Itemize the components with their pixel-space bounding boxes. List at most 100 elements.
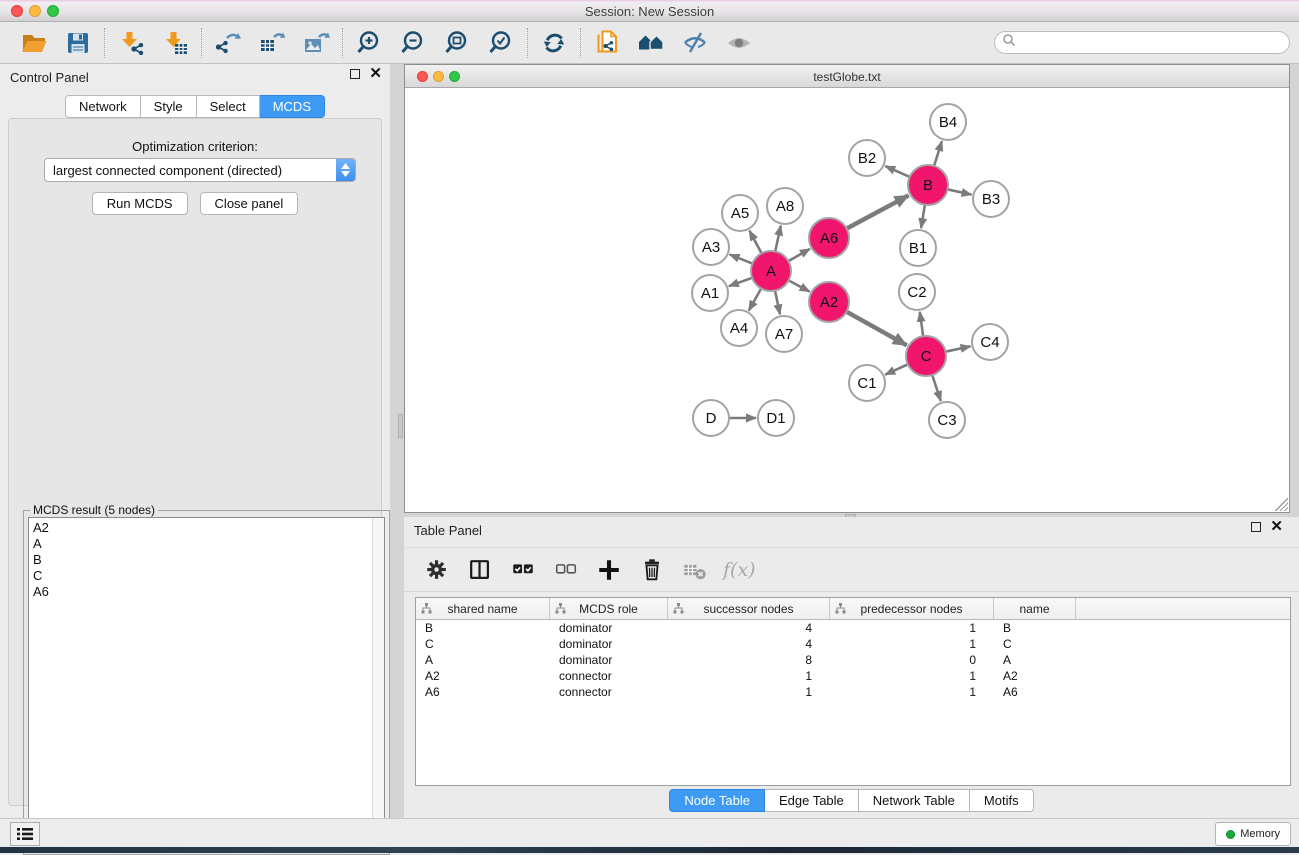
edge-A-A1[interactable] [729, 278, 752, 286]
node-D1[interactable]: D1 [758, 400, 794, 436]
tab-motifs[interactable]: Motifs [970, 789, 1034, 812]
cell-predecessor-nodes[interactable]: 1 [830, 684, 994, 700]
show-graphics-details-button[interactable] [723, 27, 755, 59]
table-row[interactable]: A2connector11A2 [416, 668, 1290, 684]
network-window-titlebar[interactable]: testGlobe.txt [405, 65, 1289, 88]
network-from-selection-button[interactable] [591, 27, 623, 59]
node-B3[interactable]: B3 [973, 181, 1009, 217]
zoom-selected-button[interactable] [485, 27, 517, 59]
hide-graphics-details-button[interactable] [679, 27, 711, 59]
optimization-criterion-dropdown[interactable]: largest connected component (directed) [44, 158, 356, 182]
close-panel-button[interactable]: Close panel [200, 192, 299, 215]
node-A5[interactable]: A5 [722, 195, 758, 231]
cell-MCDS-role[interactable]: dominator [550, 636, 668, 652]
tab-network-table[interactable]: Network Table [859, 789, 970, 812]
table-row[interactable]: Adominator80A [416, 652, 1290, 668]
edge-A2-C[interactable] [847, 312, 907, 346]
cell-successor-nodes[interactable]: 8 [668, 652, 830, 668]
table-close-panel-icon[interactable]: ✕ [1270, 522, 1283, 532]
node-B4[interactable]: B4 [930, 104, 966, 140]
cell-name[interactable]: A6 [994, 684, 1076, 700]
edge-A-A5[interactable] [749, 231, 761, 254]
node-A3[interactable]: A3 [693, 229, 729, 265]
result-scrollbar[interactable] [372, 518, 384, 849]
column-header-MCDS-role[interactable]: MCDS role [550, 598, 668, 619]
export-table-button[interactable] [256, 27, 288, 59]
edge-A-A4[interactable] [749, 288, 761, 310]
cell-MCDS-role[interactable]: connector [550, 668, 668, 684]
cell-shared-name[interactable]: A [416, 652, 550, 668]
cell-successor-nodes[interactable]: 4 [668, 636, 830, 652]
cell-name[interactable]: A [994, 652, 1076, 668]
search-field[interactable] [994, 31, 1290, 54]
tab-edge-table[interactable]: Edge Table [765, 789, 859, 812]
column-header-shared-name[interactable]: shared name [416, 598, 550, 619]
cell-successor-nodes[interactable]: 4 [668, 620, 830, 636]
import-network-button[interactable] [115, 27, 147, 59]
edge-A-A6[interactable] [788, 249, 810, 261]
cell-name[interactable]: B [994, 620, 1076, 636]
column-header-name[interactable]: name [994, 598, 1076, 619]
cell-MCDS-role[interactable]: dominator [550, 652, 668, 668]
cell-successor-nodes[interactable]: 1 [668, 684, 830, 700]
node-C4[interactable]: C4 [972, 324, 1008, 360]
zoom-in-button[interactable] [353, 27, 385, 59]
cell-shared-name[interactable]: A6 [416, 684, 550, 700]
edge-B-B1[interactable] [921, 205, 925, 228]
network-canvas[interactable]: B4 B2 B B3 A5 A8 A6 A3 B1 A A1 C2 A2 A4 … [405, 88, 1289, 512]
delete-column-trash-button[interactable] [637, 555, 667, 585]
edge-C-C3[interactable] [932, 375, 941, 401]
edge-A6-B[interactable] [847, 195, 909, 228]
node-C1[interactable]: C1 [849, 365, 885, 401]
node-A7[interactable]: A7 [766, 316, 802, 352]
select-all-rows-button[interactable] [508, 555, 538, 585]
run-mcds-button[interactable]: Run MCDS [92, 192, 188, 215]
export-image-button[interactable] [300, 27, 332, 59]
table-settings-gear-button[interactable] [422, 555, 452, 585]
cell-name[interactable]: A2 [994, 668, 1076, 684]
cell-name[interactable]: C [994, 636, 1076, 652]
table-row[interactable]: Bdominator41B [416, 620, 1290, 636]
network-view-window[interactable]: testGlobe.txt B4 B2 B B3 A5 A8 A6 A3 B1 … [404, 64, 1290, 513]
tab-select[interactable]: Select [197, 95, 260, 118]
node-C3[interactable]: C3 [929, 402, 965, 438]
node-A1[interactable]: A1 [692, 275, 728, 311]
zoom-fit-button[interactable] [441, 27, 473, 59]
mcds-result-item[interactable]: A [33, 536, 384, 552]
tab-node-table[interactable]: Node Table [669, 789, 765, 812]
edge-A-A8[interactable] [775, 226, 781, 252]
column-selector-button[interactable] [465, 555, 495, 585]
home-layout-button[interactable] [635, 27, 667, 59]
mcds-result-item[interactable]: B [33, 552, 384, 568]
save-session-button[interactable] [62, 27, 94, 59]
node-A8[interactable]: A8 [767, 188, 803, 224]
column-header-successor-nodes[interactable]: successor nodes [668, 598, 830, 619]
edge-C-C1[interactable] [885, 364, 908, 374]
node-A2[interactable]: A2 [809, 282, 849, 322]
cell-predecessor-nodes[interactable]: 1 [830, 636, 994, 652]
cell-shared-name[interactable]: C [416, 636, 550, 652]
tab-mcds[interactable]: MCDS [260, 95, 325, 118]
cell-shared-name[interactable]: A2 [416, 668, 550, 684]
edge-B-B3[interactable] [948, 189, 972, 194]
cell-predecessor-nodes[interactable]: 1 [830, 620, 994, 636]
search-input[interactable] [1016, 36, 1289, 50]
cell-MCDS-role[interactable]: connector [550, 684, 668, 700]
tab-network[interactable]: Network [65, 95, 141, 118]
zoom-out-button[interactable] [397, 27, 429, 59]
node-A[interactable]: A [751, 251, 791, 291]
cell-predecessor-nodes[interactable]: 0 [830, 652, 994, 668]
network-graph[interactable]: B4 B2 B B3 A5 A8 A6 A3 B1 A A1 C2 A2 A4 … [405, 88, 1289, 512]
column-header-predecessor-nodes[interactable]: predecessor nodes [830, 598, 994, 619]
node-A6[interactable]: A6 [809, 218, 849, 258]
edge-B-B4[interactable] [934, 141, 942, 166]
edge-A-A3[interactable] [730, 254, 753, 263]
deselect-all-rows-button[interactable] [551, 555, 581, 585]
edge-C-C2[interactable] [920, 312, 923, 336]
import-table-button[interactable] [159, 27, 191, 59]
node-B[interactable]: B [908, 165, 948, 205]
add-column-button[interactable] [594, 555, 624, 585]
edge-C-C4[interactable] [946, 346, 971, 351]
open-file-button[interactable] [18, 27, 50, 59]
table-row[interactable]: Cdominator41C [416, 636, 1290, 652]
